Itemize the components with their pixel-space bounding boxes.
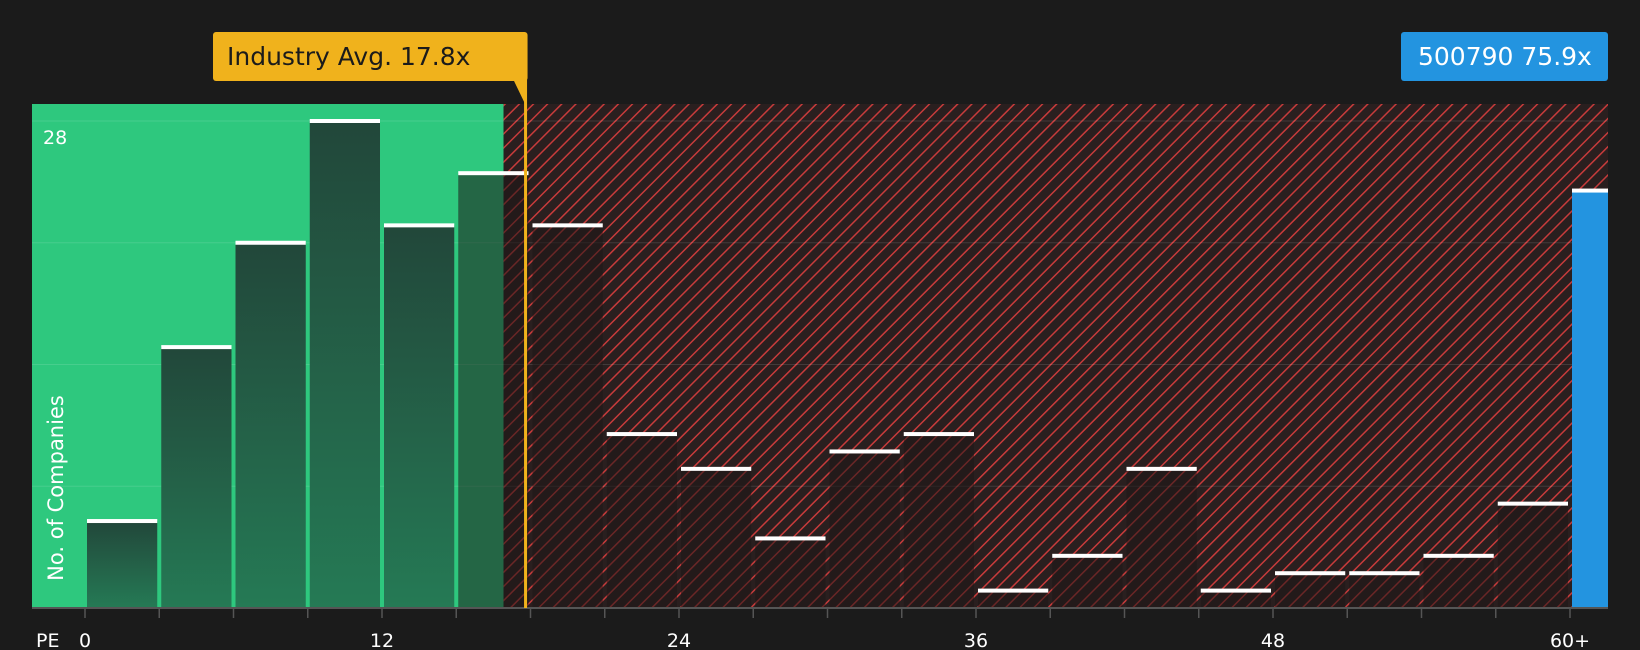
histogram-bar [309,121,380,608]
company-label: 500790 75.9x [1418,42,1592,71]
histogram-bar-top [458,171,529,176]
histogram-bar-top [755,536,826,541]
histogram-bar [681,468,752,608]
histogram-bar-top [903,432,974,437]
histogram-bar [87,521,158,608]
histogram-bar-top [532,223,603,228]
pe-distribution-chart: 0 12 24 36 48 60+ 28 No. of Companies PE Indu… [32,32,1608,650]
x-axis-label: PE [36,630,59,650]
histogram-bar-top [384,223,455,228]
histogram-bar [1349,573,1420,608]
x-tick-label: 48 [1261,630,1285,650]
x-tick-label: 12 [370,630,394,650]
histogram-bar [1126,468,1197,608]
histogram-bar-top [978,588,1049,593]
x-tick-label: 60+ [1550,630,1590,650]
histogram-bar-top [235,240,306,245]
histogram-bar-top [309,119,380,123]
y-tick-label: 28 [43,127,67,149]
histogram-bar-top [829,449,900,454]
histogram-bar [1497,503,1568,608]
histogram-bar [606,434,677,608]
x-tick-label: 36 [964,630,988,650]
histogram-bar-top [606,432,677,437]
histogram-bar [978,590,1049,608]
company-callout: 500790 75.9x [1401,32,1608,81]
histogram-bar [384,225,455,608]
x-tick-label: 24 [667,630,691,650]
histogram-bar [755,538,826,608]
histogram-bar-top [1423,553,1494,558]
histogram-bar-top [1497,501,1568,506]
histogram-bar-top [1052,553,1123,558]
histogram-bar-top [1275,571,1346,576]
industry-average-label: Industry Avg. 17.8x [227,42,470,71]
histogram-bar-top [1200,588,1271,593]
histogram-bar [903,434,974,608]
histogram-bar [458,173,529,608]
company-bar [1572,190,1608,609]
histogram-bar [1275,573,1346,608]
company-bar-top [1572,188,1608,193]
histogram-bar-top [161,345,232,350]
histogram-bar [235,242,306,608]
histogram-bar [829,451,900,608]
histogram-bar-top [1126,466,1197,471]
y-axis-label: No. of Companies [44,395,68,581]
x-tick-label: 0 [79,630,91,650]
histogram-bar [1423,555,1494,608]
histogram-bar [1200,590,1271,608]
x-axis: 0 12 24 36 48 60+ [32,607,1608,650]
histogram-bar [161,347,232,608]
histogram-bar-top [1349,571,1420,576]
histogram-bar [1052,555,1123,608]
histogram-bar-top [87,519,158,524]
histogram-bar-top [681,466,752,471]
histogram-bar [532,225,603,608]
